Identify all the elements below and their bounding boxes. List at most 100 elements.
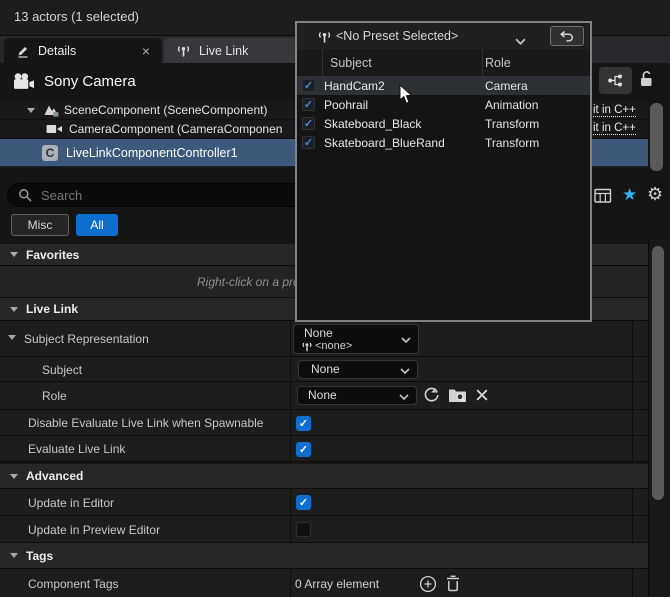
update-in-editor-checkbox[interactable]: ✓ [296,495,311,510]
caret-down-icon[interactable] [27,108,35,113]
evaluate-live-link-label: Evaluate Live Link [28,442,125,456]
disable-evaluate-label: Disable Evaluate Live Link when Spawnabl… [28,416,263,430]
subject-enabled-checkbox[interactable]: ✓ [302,98,315,111]
undo-arrow-icon [559,30,575,42]
live-link-antenna-icon [301,341,313,352]
favorites-hint-text: Right-click on a pro [197,275,300,289]
subject-name: HandCam2 [324,79,385,93]
tab-close-icon[interactable]: × [142,43,150,59]
subject-role: Animation [485,98,538,112]
main-scrollbar-thumb[interactable] [652,246,664,500]
row-update-in-preview: Update in Preview Editor [0,516,648,543]
tab-details[interactable]: Details × [4,38,162,63]
update-in-editor-label: Update in Editor [28,496,114,510]
tab-live-link[interactable]: Live Link [164,38,302,63]
filter-all-label: All [90,218,103,232]
edit-in-cpp-link-2[interactable]: it in C++ [593,122,636,135]
tree-label-livelink-controller: LiveLinkComponentController1 [66,146,238,160]
actor-name-title: Sony Camera [44,73,136,90]
edit-in-cpp-link-1[interactable]: it in C++ [593,104,636,117]
live-link-antenna-icon [317,30,332,44]
disable-evaluate-checkbox[interactable]: ✓ [296,416,311,431]
node-graph-icon [606,72,625,89]
caret-down-icon [10,307,18,312]
category-tags-label: Tags [26,549,53,563]
category-favorites-label: Favorites [26,248,79,262]
column-header-role[interactable]: Role [485,56,511,70]
caret-down-icon [10,252,18,257]
subject-role: Camera [485,79,528,93]
subject-enabled-checkbox[interactable]: ✓ [302,117,315,130]
subject-row-handcam2[interactable]: ✓ HandCam2 Camera [297,76,590,95]
display-settings-grid-icon[interactable] [594,188,612,204]
update-in-preview-label: Update in Preview Editor [28,523,160,537]
check-icon: ✓ [304,117,313,130]
reset-preset-button[interactable] [550,26,584,46]
use-selected-asset-icon[interactable] [423,387,440,403]
subject-role: Transform [485,117,539,131]
chevron-down-icon[interactable] [515,34,526,48]
subject-name: Skateboard_BlueRand [324,136,445,150]
row-subject: Subject None [0,357,648,382]
check-icon: ✓ [304,79,313,92]
subject-row-poohrail[interactable]: ✓ Poohrail Animation [297,95,590,114]
row-subject-representation: Subject Representation None <none> [0,321,648,357]
subject-representation-dropdown[interactable]: None <none> [293,324,419,354]
subject-dropdown[interactable]: None [298,360,418,379]
chevron-down-icon [400,363,410,377]
mouse-cursor [399,84,413,108]
cine-camera-icon [12,72,36,92]
unreal-details-panel: 13 actors (1 selected) Details × Live Li… [0,0,670,597]
actor-count-status: 13 actors (1 selected) [14,9,139,24]
subject-representation-label: Subject Representation [24,332,149,346]
subject-row-skateboard-bluerand[interactable]: ✓ Skateboard_BlueRand Transform [297,133,590,152]
evaluate-live-link-checkbox[interactable]: ✓ [296,442,311,457]
subjects-table-header: Subject Role [297,50,590,77]
preset-picker-bar[interactable]: <No Preset Selected> [297,23,590,51]
subject-enabled-checkbox[interactable]: ✓ [302,136,315,149]
check-icon: ✓ [304,98,313,111]
blueprint-hierarchy-button[interactable] [599,67,632,94]
live-link-antenna-icon [176,44,191,58]
category-advanced[interactable]: Advanced [0,464,648,489]
row-update-in-editor: Update in Editor ✓ [0,489,648,516]
row-evaluate-live-link: Evaluate Live Link ✓ [0,436,648,462]
update-in-preview-checkbox[interactable] [296,522,311,537]
category-tags[interactable]: Tags [0,543,648,569]
column-header-subject[interactable]: Subject [330,56,372,70]
subject-representation-value: None [304,326,333,340]
browse-to-asset-folder-icon[interactable] [448,387,467,403]
subject-value: None [311,362,340,376]
subject-enabled-checkbox[interactable]: ✓ [302,79,315,92]
category-advanced-label: Advanced [26,469,83,483]
delete-array-trash-icon[interactable] [445,575,461,592]
caret-down-icon [10,474,18,479]
component-tags-count: 0 Array element [295,577,379,591]
caret-down-icon[interactable] [8,335,16,340]
details-pencil-icon [16,44,30,58]
chevron-down-icon [399,389,409,403]
filter-all-button[interactable]: All [76,214,118,236]
favorites-star-icon[interactable]: ★ [622,185,637,205]
tree-scrollbar-thumb[interactable] [650,103,663,171]
subject-role: Transform [485,136,539,150]
clear-asset-x-icon[interactable] [475,388,489,402]
caret-down-icon [10,553,18,558]
role-label: Role [42,389,67,403]
subject-label: Subject [42,363,82,377]
filter-misc-label: Misc [28,218,53,232]
subject-row-skateboard-black[interactable]: ✓ Skateboard_Black Transform [297,114,590,133]
filter-misc-button[interactable]: Misc [11,214,69,236]
livelink-controller-icon: C [42,145,58,161]
category-live-link-label: Live Link [26,302,78,316]
tree-label-scene-component: SceneComponent (SceneComponent) [64,103,267,117]
check-icon: ✓ [299,417,308,430]
check-icon: ✓ [299,496,308,509]
role-dropdown[interactable]: None [297,386,417,405]
role-value: None [308,388,337,402]
subject-name: Poohrail [324,98,368,112]
search-icon [18,188,32,202]
unlock-icon[interactable] [638,69,655,89]
add-array-element-icon[interactable] [419,575,437,593]
settings-gear-icon[interactable]: ⚙ [647,184,663,205]
